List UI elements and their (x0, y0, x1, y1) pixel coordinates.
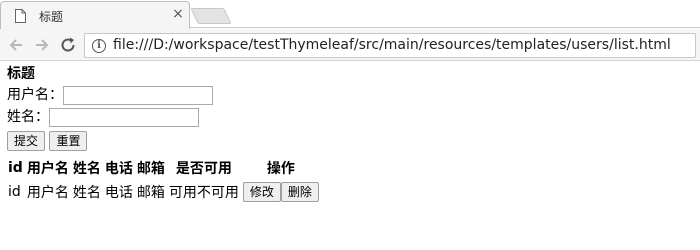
page-title: 标题 (7, 66, 35, 82)
submit-button[interactable]: 提交 (7, 131, 46, 151)
reset-button[interactable]: 重置 (49, 131, 88, 151)
username-input[interactable] (63, 85, 213, 105)
header-name: 姓名 (72, 161, 101, 177)
cell-name: 姓名 (72, 185, 101, 201)
name-row: 姓名： (7, 106, 697, 128)
table-header-row: id 用户名 姓名 电话 邮箱 是否可用 操作 (7, 157, 320, 179)
name-input[interactable] (49, 107, 199, 127)
header-enabled: 是否可用 (175, 161, 232, 177)
delete-button[interactable]: 删除 (280, 182, 319, 202)
cell-phone: 电话 (104, 185, 133, 201)
tab-title: 标题 (39, 10, 64, 24)
cell-username: 用户名 (26, 185, 69, 201)
form-buttons: 提交 重置 (7, 131, 697, 153)
forward-icon[interactable] (32, 35, 52, 55)
header-id: id (8, 160, 23, 176)
header-username: 用户名 (26, 161, 69, 177)
cell-enabled: 可用不可用 (168, 185, 239, 201)
cell-id: id (8, 184, 21, 200)
info-icon[interactable]: i (92, 39, 106, 53)
url-text[interactable]: file:///D:/workspace/testThymeleaf/src/m… (113, 37, 671, 53)
browser-toolbar: i file:///D:/workspace/testThymeleaf/src… (0, 29, 700, 61)
new-tab-button[interactable] (190, 8, 232, 24)
cell-email: 邮箱 (136, 185, 165, 201)
reload-icon[interactable] (58, 35, 78, 55)
page-icon (15, 9, 26, 23)
edit-button[interactable]: 修改 (242, 182, 281, 202)
address-bar[interactable]: i file:///D:/workspace/testThymeleaf/src… (84, 33, 696, 58)
browser-tab[interactable]: 标题 × (0, 1, 190, 29)
back-icon[interactable] (6, 35, 26, 55)
users-table: id 用户名 姓名 电话 邮箱 是否可用 操作 id 用户名 姓名 电话 邮箱 … (5, 155, 322, 205)
header-email: 邮箱 (136, 161, 165, 177)
tab-strip: 标题 × (0, 0, 700, 29)
page-content: 标题 用户名： 姓名： 提交 重置 id 用户名 姓名 电话 邮箱 是否可用 操… (7, 64, 697, 205)
table-row: id 用户名 姓名 电话 邮箱 可用不可用 修改 删除 (7, 181, 320, 203)
close-tab-icon[interactable]: × (171, 7, 185, 21)
name-label: 姓名： (7, 109, 49, 125)
username-row: 用户名： (7, 84, 697, 106)
header-phone: 电话 (104, 161, 133, 177)
username-label: 用户名： (7, 87, 63, 103)
header-actions: 操作 (266, 161, 295, 177)
cell-actions: 修改 删除 (242, 181, 320, 203)
